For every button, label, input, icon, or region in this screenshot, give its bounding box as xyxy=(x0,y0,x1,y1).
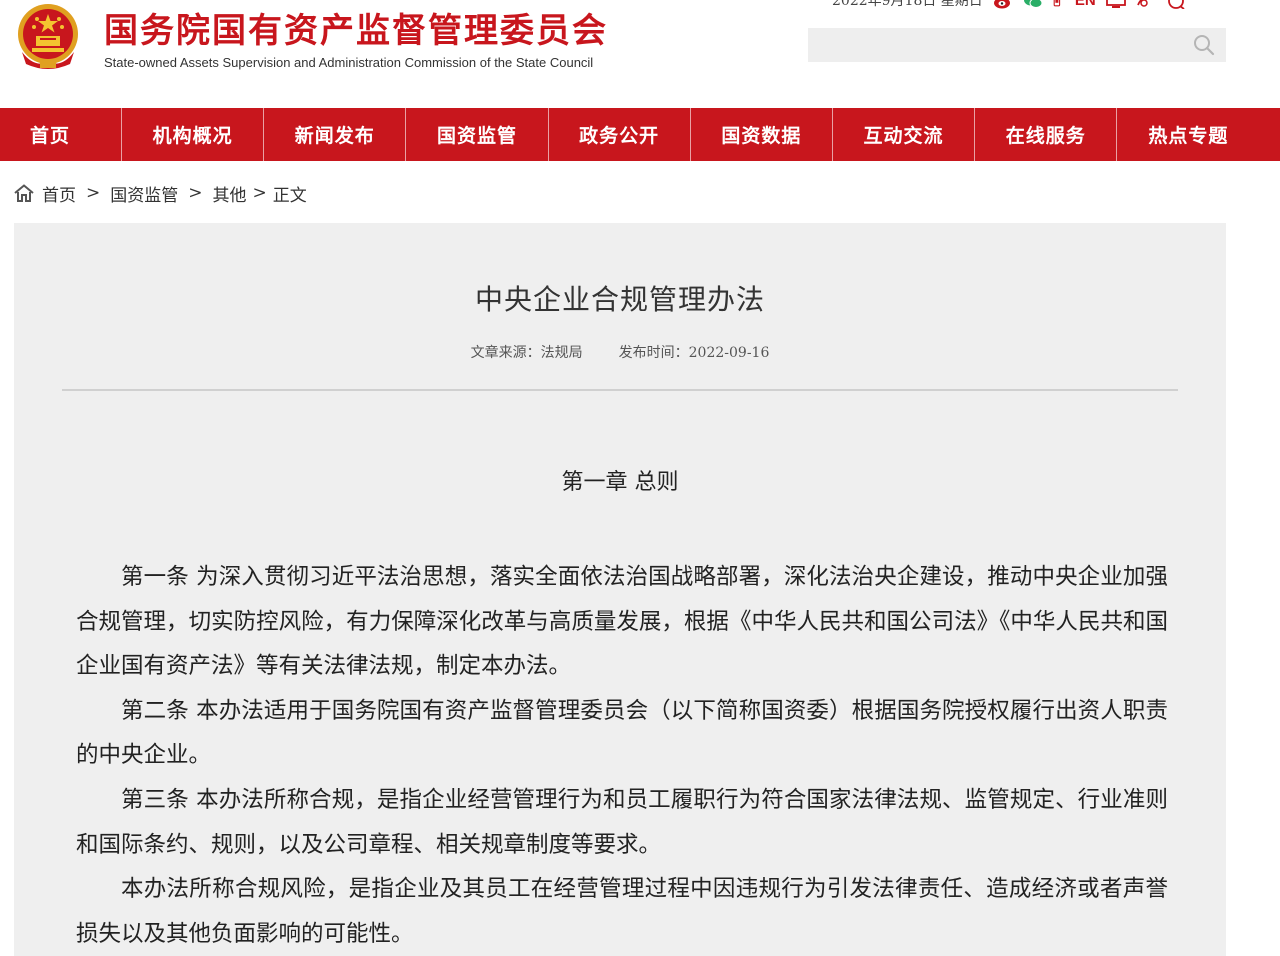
chapter-title: 第一章 总则 xyxy=(561,470,679,495)
nav-item-supervision[interactable]: 国资监管 xyxy=(406,108,549,161)
breadcrumb-separator: > xyxy=(188,183,203,203)
nav-item-government-affairs[interactable]: 政务公开 xyxy=(549,108,691,161)
article-body: 第一条 为深入贯彻习近平法治思想，落实全面依法治国战略部署，深化法治央企建设，推… xyxy=(76,555,1168,956)
desktop-icon[interactable] xyxy=(1105,0,1126,9)
search-icon[interactable] xyxy=(1192,34,1216,56)
site-title[interactable]: 国务院国有资产监督管理委员会 xyxy=(104,9,608,53)
article-publish-time: 发布时间：2022-09-16 xyxy=(618,345,770,361)
article-paragraph: 本办法所称合规风险，是指企业及其员工在经营管理过程中因违规行为引发法律责任、造成… xyxy=(76,867,1168,956)
nav-item-interaction[interactable]: 互动交流 xyxy=(833,108,976,161)
article-paragraph: 第一条 为深入贯彻习近平法治思想，落实全面依法治国战略部署，深化法治央企建设，推… xyxy=(76,555,1168,689)
breadcrumb-home[interactable]: 首页 xyxy=(42,181,76,206)
breadcrumb-supervision[interactable]: 国资监管 xyxy=(110,181,178,206)
date-text: 2022年9月18日 星期日 xyxy=(832,0,983,9)
article-source: 文章来源：法规局 xyxy=(470,345,583,361)
article-number: 第三条 xyxy=(121,786,189,813)
search-input[interactable] xyxy=(808,28,1178,62)
nav-item-online-services[interactable]: 在线服务 xyxy=(975,108,1118,161)
site-header: 国务院国有资产监督管理委员会 State-owned Assets Superv… xyxy=(0,0,1280,108)
nav-item-hot-topics[interactable]: 热点专题 xyxy=(1117,108,1259,161)
english-version-link[interactable]: EN xyxy=(1075,0,1096,10)
article-container: 中央企业合规管理办法 文章来源：法规局 发布时间：2022-09-16 第一章 总… xyxy=(14,223,1226,956)
top-utility-bar: 2022年9月18日 星期日 EN xyxy=(832,0,1186,10)
article-title: 中央企业合规管理办法 xyxy=(474,283,765,316)
national-emblem-icon[interactable] xyxy=(14,2,82,72)
site-subtitle: State-owned Assets Supervision and Admin… xyxy=(104,55,594,70)
article-text: 本办法所称合规风险，是指企业及其员工在经营管理过程中因违规行为引发法律责任、造成… xyxy=(76,876,1168,947)
breadcrumb: 首页 > 国资监管 > 其他 > 正文 xyxy=(14,180,307,206)
breadcrumb-separator: > xyxy=(86,183,101,203)
main-nav: 首页 机构概况 新闻发布 国资监管 政务公开 国资数据 互动交流 在线服务 热点… xyxy=(0,108,1280,161)
breadcrumb-current: 正文 xyxy=(272,185,307,206)
article-paragraph: 第三条 本办法所称合规，是指企业经营管理行为和员工履职行为符合国家法律法规、监管… xyxy=(76,778,1168,867)
weibo-icon[interactable] xyxy=(993,0,1013,9)
mobile-icon[interactable] xyxy=(1053,0,1065,9)
article-text: 本办法所称合规，是指企业经营管理行为和员工履职行为符合国家法律法规、监管规定、行… xyxy=(76,786,1168,858)
home-icon[interactable] xyxy=(14,184,34,202)
article-number: 第二条 xyxy=(121,697,189,724)
article-text: 本办法适用于国务院国有资产监督管理委员会（以下简称国资委）根据国务院授权履行出资… xyxy=(76,697,1168,769)
article-paragraph: 第二条 本办法适用于国务院国有资产监督管理委员会（以下简称国资委）根据国务院授权… xyxy=(76,689,1168,778)
title-divider xyxy=(62,389,1178,391)
nav-item-news[interactable]: 新闻发布 xyxy=(264,108,407,161)
nav-item-home[interactable]: 首页 xyxy=(0,108,122,161)
article-meta: 文章来源：法规局 发布时间：2022-09-16 xyxy=(14,343,1226,363)
article-text: 为深入贯彻习近平法治思想，落实全面依法治国战略部署，深化法治央企建设，推动中央企… xyxy=(76,564,1168,680)
article-number: 第一条 xyxy=(121,564,189,590)
search-box xyxy=(808,28,1226,62)
breadcrumb-other[interactable]: 其他 xyxy=(213,181,247,206)
wechat-icon[interactable] xyxy=(1023,0,1043,9)
nav-item-organization[interactable]: 机构概况 xyxy=(122,108,265,161)
help-icon[interactable] xyxy=(1166,0,1186,9)
breadcrumb-separator: > xyxy=(252,183,267,203)
accessibility-icon[interactable] xyxy=(1136,0,1156,9)
nav-item-data[interactable]: 国资数据 xyxy=(691,108,833,161)
